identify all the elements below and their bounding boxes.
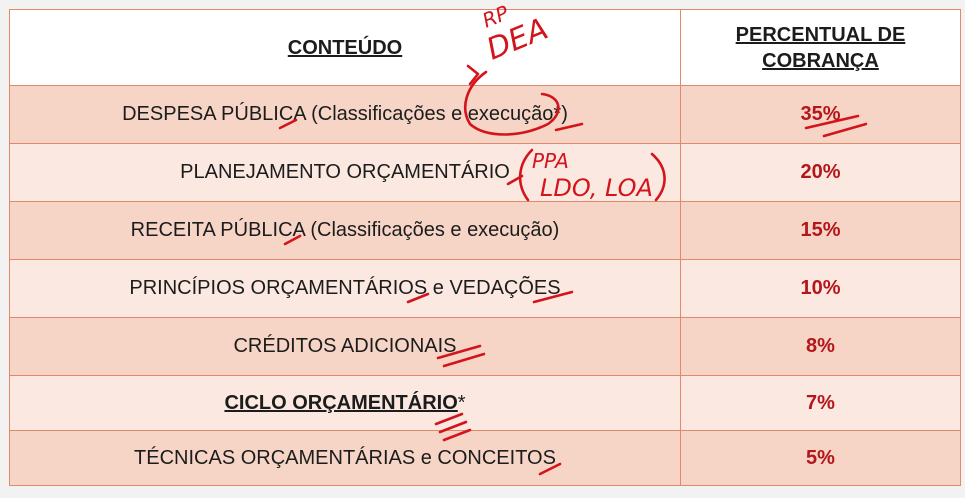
table-row: TÉCNICAS ORÇAMENTÁRIAS e CONCEITOS 5% xyxy=(9,430,961,486)
table-row: DESPESA PÚBLICA (Classificações e execuç… xyxy=(9,85,961,144)
row-percent-cell: 35% xyxy=(680,85,961,144)
table-row: CRÉDITOS ADICIONAIS 8% xyxy=(9,317,961,376)
row-content-bold-text: CICLO ORÇAMENTÁRIO xyxy=(224,391,458,414)
header-content-cell: CONTEÚDO xyxy=(9,9,681,86)
header-percent-line2: COBRANÇA xyxy=(762,49,879,72)
header-percent-cell: PERCENTUAL DE COBRANÇA xyxy=(680,9,961,86)
row-percent-value: 7% xyxy=(806,391,835,414)
row-percent-cell: 5% xyxy=(680,430,961,486)
table-header-row: CONTEÚDO PERCENTUAL DE COBRANÇA xyxy=(9,9,961,86)
row-content-cell: DESPESA PÚBLICA (Classificações e execuç… xyxy=(9,85,681,144)
row-percent-cell: 7% xyxy=(680,375,961,431)
row-percent-cell: 20% xyxy=(680,143,961,202)
header-content-label: CONTEÚDO xyxy=(287,36,403,59)
row-percent-value: 5% xyxy=(806,446,835,469)
row-percent-cell: 15% xyxy=(680,201,961,260)
row-percent-value: 10% xyxy=(800,277,841,299)
row-percent-value: 8% xyxy=(806,335,835,357)
row-content-cell: PLANEJAMENTO ORÇAMENTÁRIO xyxy=(9,143,681,202)
table-row: PRINCÍPIOS ORÇAMENTÁRIOS e VEDAÇÕES 10% xyxy=(9,259,961,318)
row-content-text: RECEITA PÚBLICA (Classificações e execuç… xyxy=(130,219,560,241)
row-percent-value: 15% xyxy=(800,219,841,241)
row-content-text: CRÉDITOS ADICIONAIS xyxy=(233,335,457,357)
table-row: CICLO ORÇAMENTÁRIO* 7% xyxy=(9,375,961,431)
row-content-cell: CRÉDITOS ADICIONAIS xyxy=(9,317,681,376)
row-content-cell: CICLO ORÇAMENTÁRIO* xyxy=(9,375,681,431)
row-content-cell: TÉCNICAS ORÇAMENTÁRIAS e CONCEITOS xyxy=(9,430,681,486)
row-content-cell: PRINCÍPIOS ORÇAMENTÁRIOS e VEDAÇÕES xyxy=(9,259,681,318)
row-percent-value: 35% xyxy=(800,103,841,125)
row-content-text: TÉCNICAS ORÇAMENTÁRIAS e CONCEITOS xyxy=(134,446,556,469)
table-row: PLANEJAMENTO ORÇAMENTÁRIO 20% xyxy=(9,143,961,202)
row-percent-cell: 8% xyxy=(680,317,961,376)
content-table: CONTEÚDO PERCENTUAL DE COBRANÇA DESPESA … xyxy=(9,9,961,486)
row-content-suffix: * xyxy=(457,391,466,414)
row-content-text: PRINCÍPIOS ORÇAMENTÁRIOS e VEDAÇÕES xyxy=(129,277,561,299)
row-content-text: PLANEJAMENTO ORÇAMENTÁRIO xyxy=(180,161,510,183)
header-percent-line1: PERCENTUAL DE xyxy=(735,23,906,46)
row-content-cell: RECEITA PÚBLICA (Classificações e execuç… xyxy=(9,201,681,260)
table-row: RECEITA PÚBLICA (Classificações e execuç… xyxy=(9,201,961,260)
row-percent-value: 20% xyxy=(800,161,841,183)
slide: CONTEÚDO PERCENTUAL DE COBRANÇA DESPESA … xyxy=(0,0,965,498)
row-content-text: DESPESA PÚBLICA (Classificações e execuç… xyxy=(122,103,568,125)
row-percent-cell: 10% xyxy=(680,259,961,318)
